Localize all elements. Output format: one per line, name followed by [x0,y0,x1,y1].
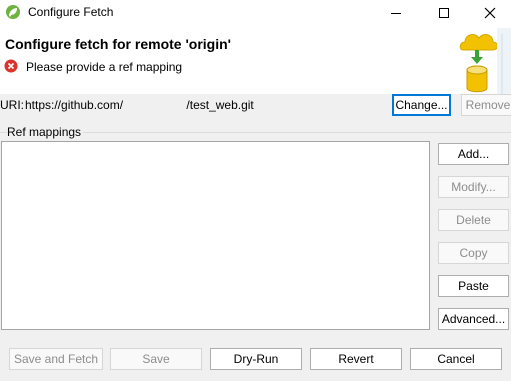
delete-mapping-button[interactable]: Delete [438,209,509,231]
modify-mapping-button[interactable]: Modify... [438,176,509,198]
save-button[interactable]: Save [110,348,202,370]
title-bar: Configure Fetch [0,0,511,26]
close-button[interactable] [467,0,511,26]
copy-mapping-button[interactable]: Copy [438,242,509,264]
save-and-fetch-button[interactable]: Save and Fetch [9,348,103,370]
wizard-header: Configure fetch for remote 'origin' Plea… [0,26,511,94]
cloud-download-database-icon [459,28,511,94]
error-message: Please provide a ref mapping [26,60,183,74]
maximize-button[interactable] [421,0,467,26]
remove-uri-button[interactable]: Remove [461,94,511,116]
header-title: Configure fetch for remote 'origin' [5,36,231,52]
dry-run-button[interactable]: Dry-Run [210,348,302,370]
revert-button[interactable]: Revert [310,348,402,370]
maximize-icon [439,8,449,18]
advanced-button[interactable]: Advanced... [438,308,509,330]
ref-mappings-list[interactable] [1,141,430,330]
spring-leaf-icon [6,5,20,19]
minimize-button[interactable] [373,0,419,26]
change-uri-button[interactable]: Change... [392,94,451,116]
window-title: Configure Fetch [28,5,114,19]
error-circle-icon [4,59,18,73]
minimize-icon [391,12,401,14]
cancel-button[interactable]: Cancel [410,348,502,370]
uri-label: URI: [0,98,24,112]
add-mapping-button[interactable]: Add... [438,143,509,165]
paste-mapping-button[interactable]: Paste [438,275,509,297]
close-icon [484,7,496,19]
uri-value: https://github.com/ /test_web.git [25,98,254,112]
ref-mappings-label: Ref mappings [7,125,84,139]
